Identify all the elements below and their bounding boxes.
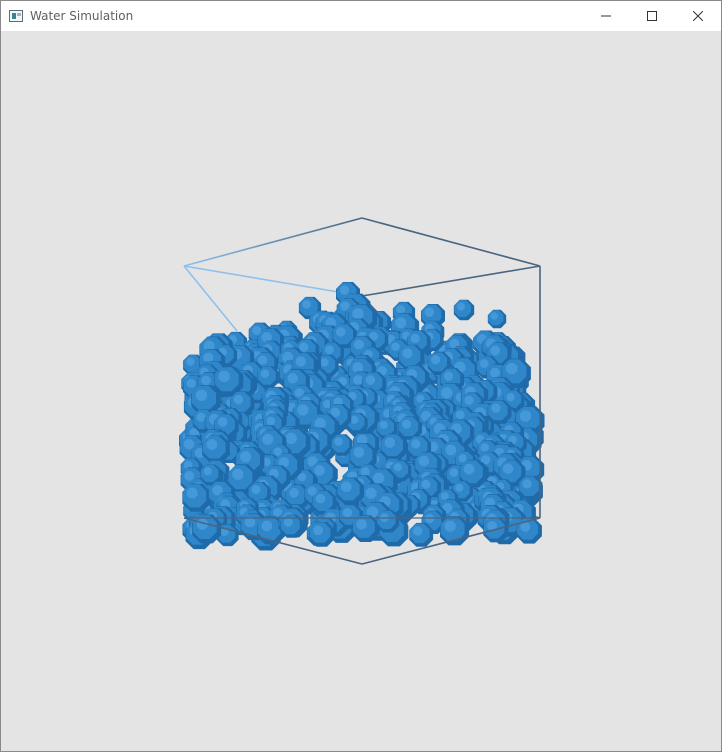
water-particle xyxy=(376,510,400,533)
water-particle xyxy=(380,433,408,461)
water-particle xyxy=(192,514,222,544)
water-particle xyxy=(309,521,335,547)
water-particle xyxy=(257,366,280,389)
box-edge-top-back-right xyxy=(361,217,541,267)
water-particle xyxy=(440,516,470,546)
title-bar[interactable]: Water Simulation xyxy=(1,1,721,31)
water-particle xyxy=(182,483,211,512)
box-edge-top-left-front xyxy=(183,265,363,297)
close-icon xyxy=(693,11,703,21)
window-controls xyxy=(583,1,721,31)
box-edge-inner-diagonal xyxy=(183,265,238,332)
render-viewport[interactable] xyxy=(1,31,721,751)
water-particle xyxy=(516,518,542,544)
minimize-icon xyxy=(601,15,611,17)
water-particle xyxy=(202,435,230,463)
water-particle xyxy=(409,522,434,547)
minimize-button[interactable] xyxy=(583,1,629,31)
water-particle xyxy=(453,299,475,321)
water-particle xyxy=(336,477,364,505)
box-edge-top-left-back xyxy=(183,217,363,267)
water-particle xyxy=(487,309,507,329)
close-button[interactable] xyxy=(675,1,721,31)
simulation-canvas[interactable] xyxy=(1,31,721,751)
maximize-button[interactable] xyxy=(629,1,675,31)
box-edge-top-front-right xyxy=(361,265,541,297)
window-title: Water Simulation xyxy=(30,9,134,23)
maximize-icon xyxy=(647,11,657,21)
app-window: Water Simulation xyxy=(0,0,722,752)
app-window-icon xyxy=(9,10,23,22)
water-particle xyxy=(352,515,379,542)
water-particles xyxy=(179,282,545,551)
